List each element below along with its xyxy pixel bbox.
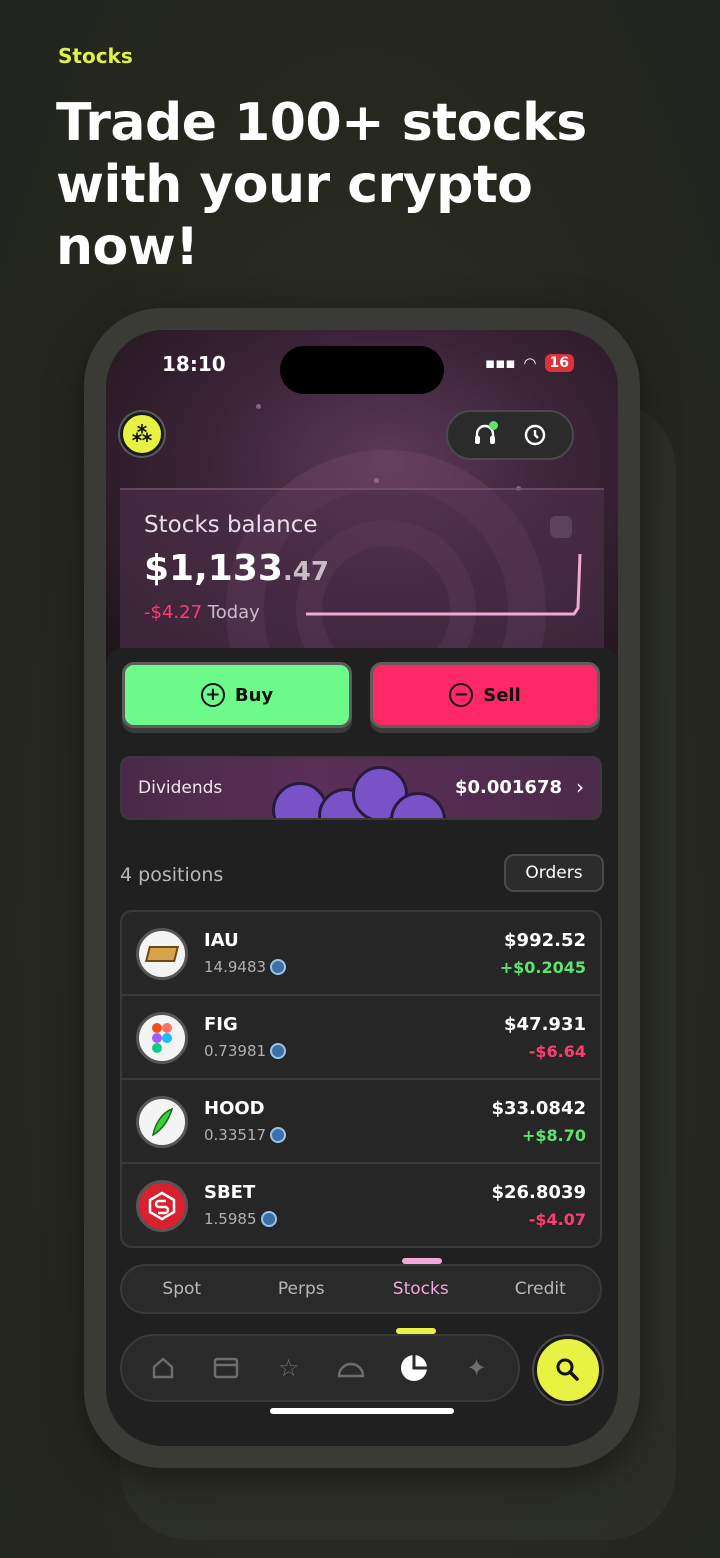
history-icon xyxy=(524,424,546,446)
dynamic-island xyxy=(280,346,444,394)
position-change: +$0.2045 xyxy=(499,958,586,977)
position-change: +$8.70 xyxy=(521,1126,586,1145)
token-icon xyxy=(270,1043,287,1059)
pie-chart-icon[interactable] xyxy=(396,1350,432,1386)
positions-list: IAU 14.9483 $992.52 +$0.2045 FIG 0.73981… xyxy=(120,910,602,1248)
phone-frame: 18:10 ▪▪▪ ◠ 16 ⁂ Stocks balance $1,133.4… xyxy=(84,308,640,1468)
orders-button[interactable]: Orders xyxy=(504,854,604,892)
token-icon xyxy=(270,1127,287,1143)
quantity-value: 0.73981 xyxy=(204,1042,267,1060)
position-ticker: HOOD xyxy=(204,1098,265,1119)
position-quantity: 14.9483 xyxy=(204,958,287,976)
token-icon xyxy=(270,959,287,975)
promo-headline: Trade 100+ stocks with your crypto now! xyxy=(56,93,587,277)
position-quantity: 0.33517 xyxy=(204,1126,287,1144)
header-tools xyxy=(446,410,574,460)
expand-icon[interactable] xyxy=(550,516,572,538)
main-panel: + Buy − Sell Dividends $0.001678 › 4 pos… xyxy=(106,648,618,1446)
feather-logo-icon xyxy=(136,1096,188,1148)
chevron-right-icon: › xyxy=(576,775,584,799)
balance-card[interactable]: Stocks balance $1,133.47 -$4.27 Today xyxy=(120,488,604,648)
balance-amount-main: $1,133 xyxy=(144,548,283,589)
position-price: $33.0842 xyxy=(491,1098,586,1119)
position-ticker: FIG xyxy=(204,1014,238,1035)
position-ticker: IAU xyxy=(204,930,239,951)
position-ticker: SBET xyxy=(204,1182,256,1203)
sbet-logo-icon xyxy=(136,1180,188,1232)
position-quantity: 1.5985 xyxy=(204,1210,277,1228)
tab-spot[interactable]: Spot xyxy=(127,1279,237,1299)
phone-screen: 18:10 ▪▪▪ ◠ 16 ⁂ Stocks balance $1,133.4… xyxy=(106,330,618,1446)
sell-label: Sell xyxy=(483,684,521,706)
position-price: $26.8039 xyxy=(491,1182,586,1203)
position-change: -$4.07 xyxy=(528,1210,586,1229)
tab-credit[interactable]: Credit xyxy=(485,1279,595,1299)
balance-label: Stocks balance xyxy=(144,512,318,538)
buy-label: Buy xyxy=(234,684,274,706)
position-row[interactable]: HOOD 0.33517 $33.0842 +$8.70 xyxy=(122,1080,600,1164)
support-button[interactable] xyxy=(468,418,502,452)
search-icon xyxy=(556,1358,579,1381)
position-price: $992.52 xyxy=(504,930,586,951)
history-button[interactable] xyxy=(518,418,552,452)
position-quantity: 0.73981 xyxy=(204,1042,287,1060)
position-change: -$6.64 xyxy=(528,1042,586,1061)
app-logo[interactable]: ⁂ xyxy=(120,412,164,456)
logo-icon: ⁂ xyxy=(131,422,153,446)
status-icons: ▪▪▪ ◠ 16 xyxy=(485,354,574,372)
tab-perps[interactable]: Perps xyxy=(246,1279,356,1299)
minus-icon: − xyxy=(449,683,474,707)
dividends-value: $0.001678 xyxy=(454,777,562,798)
balance-amount: $1,133.47 xyxy=(144,548,329,589)
plus-icon: + xyxy=(200,683,225,707)
quantity-value: 0.33517 xyxy=(204,1126,267,1144)
wifi-icon: ◠ xyxy=(523,354,537,372)
balance-sparkline xyxy=(306,553,582,616)
battery-icon: 16 xyxy=(544,354,574,372)
search-button[interactable] xyxy=(534,1336,602,1404)
store-icon[interactable] xyxy=(208,1350,244,1386)
position-row[interactable]: FIG 0.73981 $47.931 -$6.64 xyxy=(122,996,600,1080)
balance-change-value: -$4.27 xyxy=(144,602,203,623)
bottom-nav: ☆ ✦ xyxy=(120,1334,520,1402)
positions-count: 4 positions xyxy=(120,864,224,886)
position-row[interactable]: SBET 1.5985 $26.8039 -$4.07 xyxy=(122,1164,600,1246)
dividends-label: Dividends xyxy=(138,778,223,798)
position-row[interactable]: IAU 14.9483 $992.52 +$0.2045 xyxy=(122,912,600,996)
figma-logo-icon xyxy=(136,1012,188,1064)
status-time: 18:10 xyxy=(162,352,226,376)
position-price: $47.931 xyxy=(504,1014,586,1035)
decor-dot xyxy=(374,478,379,483)
promo-eyebrow: Stocks xyxy=(58,44,133,68)
status-bar: 18:10 ▪▪▪ ◠ 16 xyxy=(106,346,618,394)
home-indicator xyxy=(270,1408,454,1414)
gold-bar-icon xyxy=(136,928,188,980)
market-tabs: Spot Perps Stocks Credit xyxy=(120,1264,602,1314)
dividends-banner[interactable]: Dividends $0.001678 › xyxy=(120,756,602,820)
quantity-value: 14.9483 xyxy=(204,958,267,976)
buy-button[interactable]: + Buy xyxy=(122,662,352,728)
online-indicator xyxy=(489,421,498,430)
tab-stocks[interactable]: Stocks xyxy=(366,1279,476,1299)
gauge-icon[interactable] xyxy=(333,1350,369,1386)
star-icon[interactable]: ☆ xyxy=(271,1350,307,1386)
token-icon xyxy=(260,1211,277,1227)
signal-icon: ▪▪▪ xyxy=(484,354,516,372)
home-icon[interactable] xyxy=(145,1350,181,1386)
balance-change-period: Today xyxy=(207,602,260,623)
sparkle-icon[interactable]: ✦ xyxy=(459,1350,495,1386)
sell-button[interactable]: − Sell xyxy=(370,662,600,728)
decor-dot xyxy=(256,404,261,409)
quantity-value: 1.5985 xyxy=(204,1210,257,1228)
balance-change: -$4.27 Today xyxy=(144,602,260,623)
